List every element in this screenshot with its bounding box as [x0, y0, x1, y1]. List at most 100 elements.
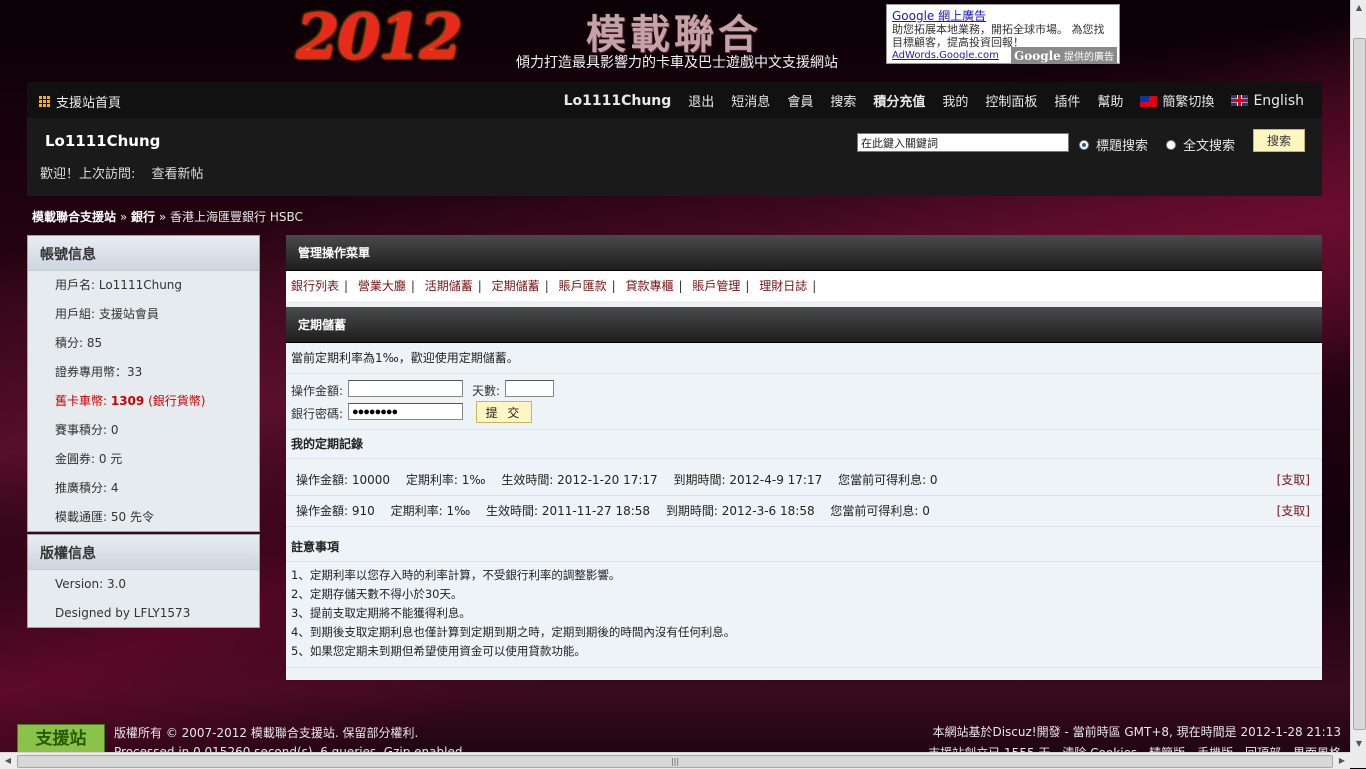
ad-url-link[interactable]: AdWords.Google.com	[892, 50, 999, 61]
nav-help[interactable]: 幫助	[1097, 91, 1123, 110]
account-row: 用戶組: 支援站會員	[28, 300, 259, 329]
radio-on-icon	[1079, 139, 1089, 150]
nav-search[interactable]: 搜索	[830, 91, 856, 110]
ad-title-link[interactable]: Google 網上廣告	[892, 7, 986, 24]
coin-suffix: (銀行貨幣)	[144, 394, 206, 408]
nav-lang-switch[interactable]: 簡繁切換	[1140, 91, 1214, 110]
account-info-title: 帳號信息	[28, 236, 259, 271]
submit-button[interactable]: 提 交	[476, 401, 532, 423]
scroll-right-icon[interactable]: ▶	[1334, 753, 1350, 769]
deposit-record: 操作金額: 910 定期利率: 1‰ 生效時間: 2011-11-27 18:5…	[286, 496, 1322, 527]
horizontal-scroll-thumb[interactable]: |||	[17, 755, 1333, 768]
record-rate: 定期利率: 1‰	[390, 504, 471, 518]
search-button[interactable]: 搜索	[1253, 129, 1305, 152]
vertical-scroll-thumb[interactable]	[1353, 38, 1366, 730]
nav-members[interactable]: 會員	[787, 91, 813, 110]
page: 2012 模載聯合 傾力打造最具影響力的卡車及巴士遊戲中文支援網站 Google…	[0, 0, 1350, 760]
menu-finance-log[interactable]: 理財日誌	[759, 279, 807, 293]
coin-label: 舊卡車幣:	[55, 394, 111, 408]
ad-body: 助您拓展本地業務，開拓全球市場。 為您找目標顧客，提高投資回報！	[892, 23, 1105, 49]
nav-logout[interactable]: 退出	[688, 91, 714, 110]
vertical-scrollbar[interactable]: ▲ ▼	[1350, 0, 1366, 752]
records-title: 我的定期記錄	[286, 430, 1322, 459]
amount-label: 操作金額:	[291, 384, 344, 398]
deposit-form: 操作金額: 天數: 銀行密碼: 提 交	[286, 374, 1322, 430]
breadcrumb: 模載聯合支援站 » 銀行 » 香港上海匯豐銀行 HSBC	[32, 210, 303, 224]
menu-account-manage[interactable]: 賬戶管理	[692, 279, 740, 293]
radio-fulltext-search[interactable]: 全文搜索	[1166, 135, 1235, 154]
bank-menu: 銀行列表 | 營業大廳 | 活期儲蓄 | 定期儲蓄 | 賬戶匯款 | 貸款專櫃 | 賬戶管理…	[286, 271, 1322, 301]
top-nav: 支援站首頁 Lo1111Chung 退出 短消息 會員 搜索 積分充值 我的 控…	[27, 82, 1322, 119]
main-content: 管理操作菜單 銀行列表 | 營業大廳 | 活期儲蓄 | 定期儲蓄 | 賬戶匯款 | 貸款專…	[286, 235, 1322, 680]
menu-bank-list[interactable]: 銀行列表	[291, 279, 339, 293]
withdraw-link[interactable]: [支取]	[1277, 465, 1310, 495]
sidebar: 帳號信息 用戶名: Lo1111Chung 用戶組: 支援站會員 積分: 85 …	[27, 235, 260, 628]
scroll-up-icon[interactable]: ▲	[1351, 0, 1366, 16]
footer-timezone: 本網站基於Discuz!開發 - 當前時區 GMT+8, 現在時間是 2012-…	[932, 725, 1341, 739]
copyright-row: Designed by LFLY1573	[28, 599, 259, 627]
horizontal-scrollbar[interactable]: ◀ ||| ▶	[0, 752, 1350, 769]
password-input[interactable]	[348, 403, 463, 420]
account-row: 金圓券: 0 元	[28, 445, 259, 474]
note-item: 3、提前支取定期將不能獲得利息。	[291, 606, 471, 620]
nav-plugins[interactable]: 插件	[1054, 91, 1080, 110]
days-label: 天數:	[472, 384, 501, 398]
account-row-coin: 舊卡車幣: 1309 (銀行貨幣)	[28, 387, 259, 416]
ad-brand-suffix: 提供的廣告	[1064, 52, 1114, 63]
grid-icon	[39, 96, 50, 107]
notes-list: 1、定期利率以您存入時的利率計算，不受銀行利率的調整影響。 2、定期存儲天數不得…	[286, 562, 1322, 667]
menu-demand-deposit[interactable]: 活期儲蓄	[425, 279, 473, 293]
google-logo: Google	[1013, 49, 1061, 63]
nav-home-link[interactable]: 支援站首頁	[39, 92, 121, 111]
copyright-row: Version: 3.0	[28, 570, 259, 599]
user-bar: Lo1111Chung 歡迎！上次訪問: 查看新帖 標題搜索 全文搜索 搜索	[27, 118, 1322, 196]
account-row: 積分: 85	[28, 329, 259, 358]
menu-transfer[interactable]: 賬戶匯款	[559, 279, 607, 293]
nav-my[interactable]: 我的	[942, 91, 968, 110]
nav-recharge[interactable]: 積分充值	[873, 91, 925, 110]
site-banner[interactable]: 2012 模載聯合 傾力打造最具影響力的卡車及巴士遊戲中文支援網站	[290, 0, 850, 82]
nav-username[interactable]: Lo1111Chung	[564, 93, 672, 109]
radio-off-icon	[1166, 139, 1176, 150]
account-row: 模載通匯: 50 先令	[28, 503, 259, 531]
breadcrumb-bank[interactable]: 銀行	[131, 210, 155, 224]
withdraw-link[interactable]: [支取]	[1277, 496, 1310, 526]
scroll-down-icon[interactable]: ▼	[1351, 736, 1366, 752]
nav-control-panel[interactable]: 控制面板	[985, 91, 1037, 110]
password-label: 銀行密碼:	[291, 407, 344, 421]
english-label: English	[1253, 92, 1304, 109]
notes-title: 註意事項	[286, 527, 1322, 562]
footer-logo[interactable]: 支援站	[17, 724, 105, 754]
days-input[interactable]	[505, 380, 554, 397]
scroll-left-icon[interactable]: ◀	[0, 753, 16, 769]
scrollbar-corner	[1350, 752, 1366, 768]
panel-bottom	[286, 667, 1322, 680]
taiwan-flag-icon	[1140, 96, 1158, 107]
radio-title-search[interactable]: 標題搜索	[1079, 135, 1148, 154]
record-rate: 定期利率: 1‰	[405, 473, 486, 487]
view-new-posts-link[interactable]: 查看新帖	[152, 167, 204, 182]
menu-lobby[interactable]: 營業大廳	[358, 279, 406, 293]
rate-text: 當前定期利率為1‰，歡迎使用定期儲蓄。	[286, 343, 1322, 374]
google-ad[interactable]: Google 網上廣告 助您拓展本地業務，開拓全球市場。 為您找目標顧客，提高投…	[886, 4, 1120, 64]
site-slogan: 傾力打造最具影響力的卡車及巴士遊戲中文支援網站	[516, 55, 838, 71]
search-input[interactable]	[857, 133, 1069, 152]
menu-loans[interactable]: 貸款專櫃	[625, 279, 673, 293]
nav-messages[interactable]: 短消息	[731, 91, 770, 110]
note-item: 5、如果您定期未到期但希望使用資金可以使用貸款功能。	[291, 644, 586, 658]
account-row: 推廣積分: 4	[28, 474, 259, 503]
welcome-line: 歡迎！上次訪問: 查看新帖	[40, 163, 216, 182]
user-name[interactable]: Lo1111Chung	[45, 132, 160, 150]
copyright-title: 版權信息	[28, 535, 259, 570]
nav-english[interactable]: English	[1231, 93, 1304, 109]
amount-input[interactable]	[348, 380, 463, 397]
record-start: 生效時間: 2012-1-20 17:17	[501, 473, 658, 487]
note-item: 2、定期存儲天數不得小於30天。	[291, 587, 463, 601]
year-logo: 2012	[296, 0, 463, 73]
menu-fixed-deposit[interactable]: 定期儲蓄	[492, 279, 540, 293]
breadcrumb-home[interactable]: 模載聯合支援站	[32, 210, 116, 224]
nav-home-label: 支援站首頁	[56, 96, 122, 111]
record-interest: 您當前可得利息: 0	[838, 473, 938, 487]
fixed-deposit-title: 定期儲蓄	[286, 307, 1322, 343]
radio-full-label: 全文搜索	[1183, 139, 1236, 154]
